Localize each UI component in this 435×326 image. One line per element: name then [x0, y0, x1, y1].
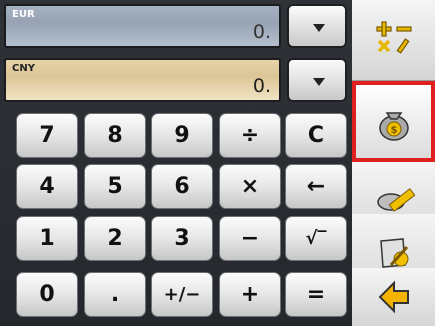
key-backspace[interactable]: ← [285, 164, 347, 209]
to-value: 0. [252, 75, 271, 97]
sidebar-currency-button[interactable]: $ [352, 81, 435, 162]
svg-text:$: $ [390, 125, 397, 136]
sidebar: $ [352, 0, 435, 326]
sidebar-calculator-button[interactable] [352, 0, 435, 81]
chevron-down-icon [313, 24, 325, 32]
key-6[interactable]: 6 [151, 164, 213, 209]
calculator-app: EUR 0. CNY 0. 7 8 9 ÷ C 4 5 6 × ← 1 2 3− √‾ 0. +/− + = [0, 0, 435, 326]
to-currency-display: CNY 0. [4, 58, 281, 102]
back-arrow-icon [378, 280, 409, 314]
from-currency-dropdown[interactable] [287, 4, 347, 48]
key-5[interactable]: 5 [84, 164, 146, 209]
money-bag-icon: $ [378, 111, 409, 141]
key-3[interactable]: 3 [151, 216, 213, 261]
key-2[interactable]: 2 [84, 216, 146, 261]
key-decimal[interactable]: . [84, 272, 146, 317]
to-currency-dropdown[interactable] [287, 58, 347, 102]
key-7[interactable]: 7 [16, 113, 78, 158]
key-negate[interactable]: +/− [151, 272, 213, 317]
key-9[interactable]: 9 [151, 113, 213, 158]
key-4[interactable]: 4 [16, 164, 78, 209]
key-0[interactable]: 0 [16, 272, 78, 317]
from-value: 0. [252, 21, 271, 43]
key-equals[interactable]: = [285, 272, 347, 317]
key-multiply[interactable]: × [219, 164, 281, 209]
key-add[interactable]: + [219, 272, 281, 317]
from-currency-code: EUR [12, 9, 35, 20]
to-currency-code: CNY [12, 63, 35, 74]
key-clear[interactable]: C [285, 113, 347, 158]
key-8[interactable]: 8 [84, 113, 146, 158]
chevron-down-icon [313, 78, 325, 86]
key-divide[interactable]: ÷ [219, 113, 281, 158]
key-1[interactable]: 1 [16, 216, 78, 261]
key-sqrt[interactable]: √‾ [285, 216, 347, 261]
sidebar-back-button[interactable] [352, 268, 435, 326]
from-currency-display: EUR 0. [4, 4, 281, 48]
key-subtract[interactable]: − [219, 216, 281, 261]
calculator-operations-icon [375, 21, 412, 54]
